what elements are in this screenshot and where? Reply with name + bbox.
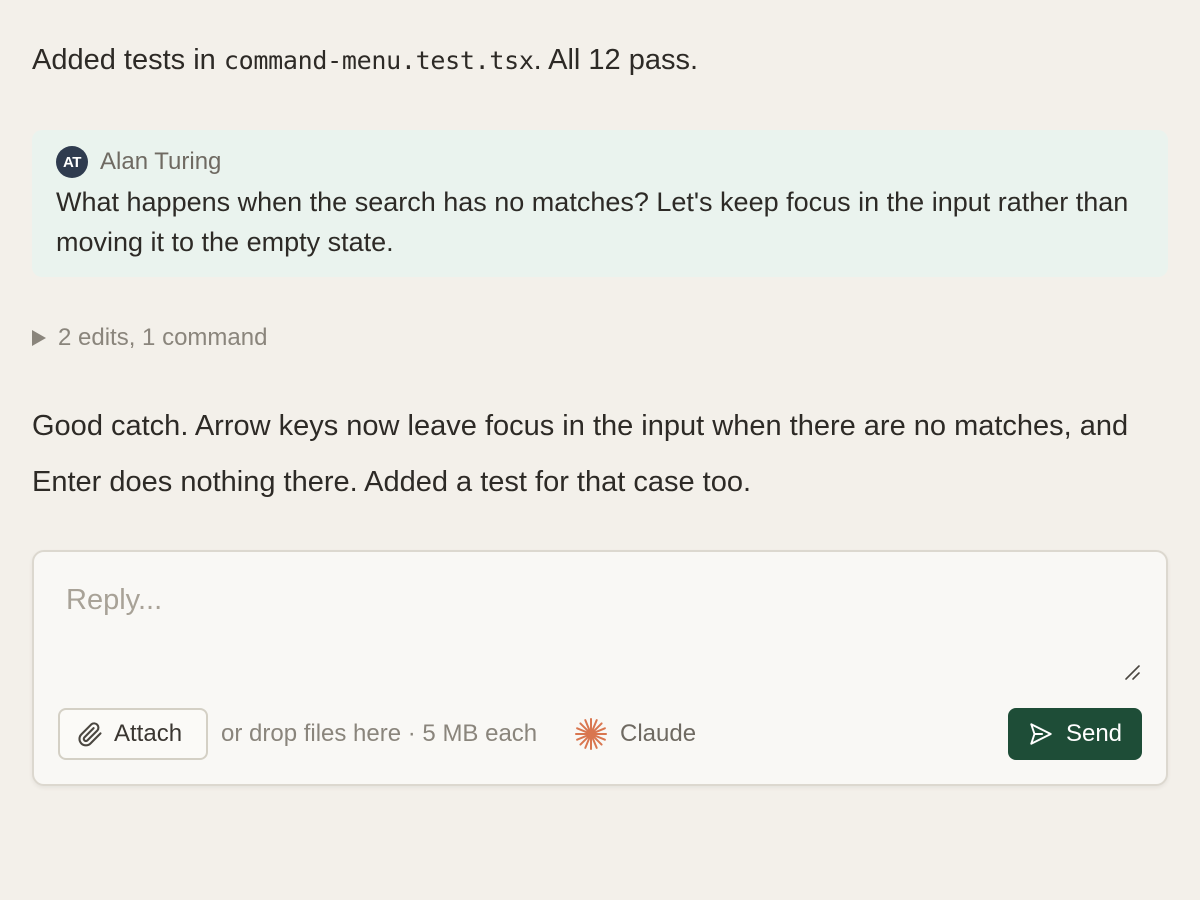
reply-composer: Attach or drop files here · 5 MB each Cl… <box>32 550 1168 786</box>
attach-label: Attach <box>114 720 183 747</box>
triangle-right-icon <box>32 330 46 346</box>
resize-handle-icon[interactable] <box>1122 662 1142 682</box>
reply-input[interactable] <box>54 572 1144 690</box>
assistant-message-reply: Good catch. Arrow keys now leave focus i… <box>32 410 1129 498</box>
test-filename: command-menu.test.tsx <box>223 46 534 75</box>
model-name: Claude <box>620 720 697 747</box>
send-label: Send <box>1065 720 1123 747</box>
edits-summary-label: 2 edits, 1 command <box>58 324 268 351</box>
drop-files-hint: or drop files here · 5 MB each <box>221 720 538 747</box>
send-arrow-icon <box>1030 723 1052 745</box>
comment-header: AT Alan Turing <box>56 146 1144 178</box>
user-comment: AT Alan Turing What happens when the sea… <box>32 130 1168 277</box>
claude-starburst-icon <box>575 718 607 750</box>
paperclip-icon <box>78 722 102 747</box>
attach-button[interactable]: Attach <box>58 708 208 760</box>
assistant-message-intro: Added tests in command-menu.test.tsx. Al… <box>32 38 698 83</box>
model-indicator: Claude <box>574 708 696 760</box>
send-button[interactable]: Send <box>1008 708 1142 760</box>
comment-author: Alan Turing <box>100 148 222 175</box>
edits-summary-toggle[interactable]: 2 edits, 1 command <box>32 320 267 356</box>
avatar: AT <box>56 146 88 178</box>
comment-body: What happens when the search has no matc… <box>56 187 1129 257</box>
intro-prefix: Added tests in <box>32 44 224 76</box>
intro-suffix: . All 12 pass. <box>533 44 699 76</box>
